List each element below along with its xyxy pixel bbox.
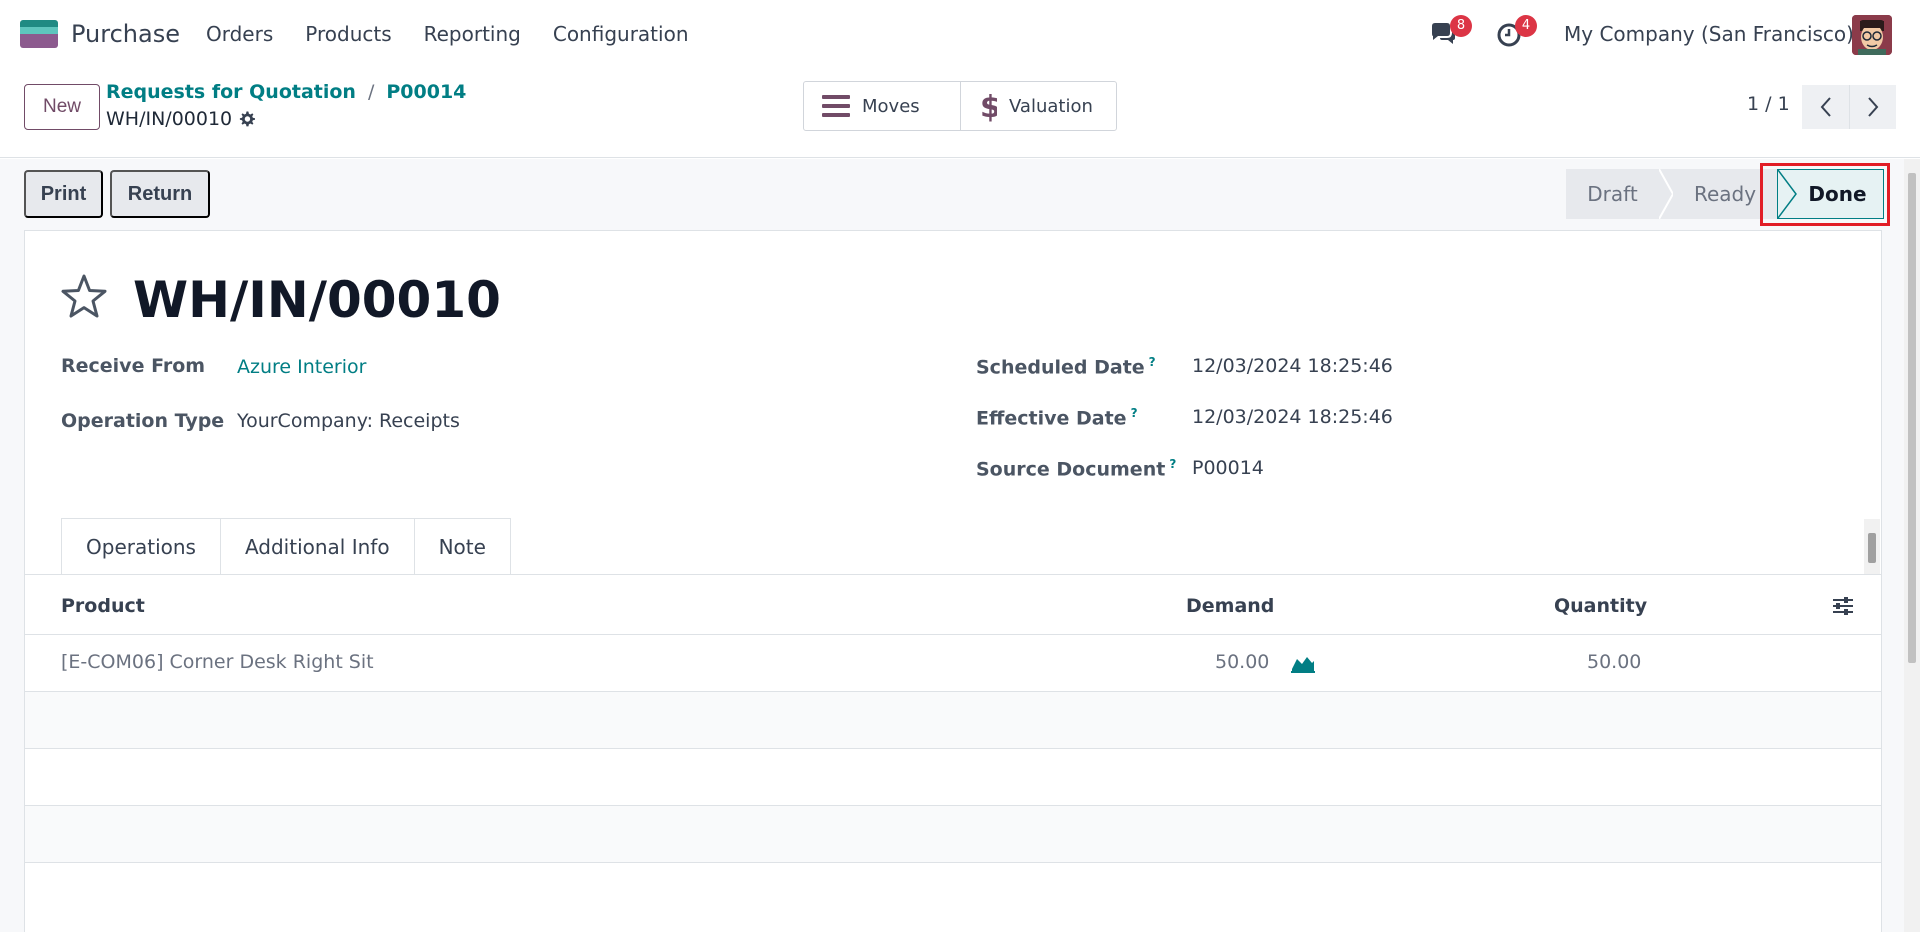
tab-operations[interactable]: Operations bbox=[61, 518, 221, 575]
tab-note[interactable]: Note bbox=[414, 518, 511, 575]
receive-from-field[interactable]: Azure Interior bbox=[237, 356, 366, 378]
empty-row bbox=[25, 692, 1881, 749]
pager-next-button[interactable] bbox=[1849, 85, 1896, 129]
column-product[interactable]: Product bbox=[61, 595, 145, 617]
operation-type-label: Operation Type bbox=[61, 410, 225, 432]
column-demand[interactable]: Demand bbox=[1186, 595, 1274, 617]
breadcrumb: Requests for Quotation / P00014 bbox=[106, 81, 466, 103]
empty-row bbox=[25, 806, 1881, 863]
row-demand: 50.00 bbox=[1215, 651, 1270, 673]
tab-additional-info[interactable]: Additional Info bbox=[220, 518, 415, 575]
empty-row bbox=[25, 749, 1881, 806]
row-quantity[interactable]: 50.00 bbox=[1587, 651, 1641, 673]
column-quantity[interactable]: Quantity bbox=[1554, 595, 1647, 617]
help-icon[interactable]: ? bbox=[1131, 406, 1138, 420]
operation-type-field[interactable]: YourCompany: Receipts bbox=[237, 410, 460, 432]
tab-scrollbar[interactable] bbox=[1864, 519, 1880, 574]
tab-divider bbox=[25, 574, 1881, 575]
company-switcher[interactable]: My Company (San Francisco) bbox=[1564, 22, 1854, 46]
app-name[interactable]: Purchase bbox=[71, 20, 180, 48]
effective-date-field: 12/03/2024 18:25:46 bbox=[1192, 406, 1393, 428]
stage-draft-label: Draft bbox=[1587, 182, 1638, 206]
breadcrumb-separator: / bbox=[367, 81, 375, 103]
purchase-app-icon[interactable] bbox=[20, 20, 58, 48]
pager-previous-button[interactable] bbox=[1802, 85, 1849, 129]
effective-date-label: Effective Date? bbox=[976, 406, 1138, 430]
menu-configuration[interactable]: Configuration bbox=[553, 22, 689, 46]
gear-icon[interactable] bbox=[238, 110, 256, 128]
moves-label: Moves bbox=[862, 95, 920, 117]
menu-reporting[interactable]: Reporting bbox=[424, 22, 521, 46]
star-icon[interactable] bbox=[60, 273, 108, 319]
breadcrumb-rfq[interactable]: Requests for Quotation bbox=[106, 81, 356, 103]
stage-draft[interactable]: Draft bbox=[1566, 169, 1659, 219]
page-scrollbar[interactable] bbox=[1904, 159, 1920, 932]
svg-text:$: $ bbox=[980, 90, 997, 123]
user-avatar[interactable] bbox=[1852, 15, 1892, 55]
chevron-left-icon bbox=[1820, 97, 1831, 117]
stage-ready-label: Ready bbox=[1693, 182, 1757, 206]
scheduled-date-label: Scheduled Date? bbox=[976, 355, 1156, 379]
print-button[interactable]: Print bbox=[24, 170, 103, 218]
help-icon[interactable]: ? bbox=[1149, 355, 1156, 369]
menu-products[interactable]: Products bbox=[305, 22, 391, 46]
record-name-text: WH/IN/00010 bbox=[106, 108, 233, 130]
record-name: WH/IN/00010 bbox=[106, 108, 256, 130]
chat-badge: 8 bbox=[1450, 15, 1472, 37]
source-document-field[interactable]: P00014 bbox=[1192, 457, 1264, 479]
notebook-tabs: Operations Additional Info Note bbox=[61, 518, 511, 575]
record-title: WH/IN/00010 bbox=[133, 271, 501, 329]
menu-orders[interactable]: Orders bbox=[206, 22, 273, 46]
list-icon bbox=[822, 95, 850, 117]
receive-from-label: Receive From bbox=[61, 355, 206, 377]
new-button[interactable]: New bbox=[24, 84, 100, 130]
stage-separator bbox=[1659, 169, 1673, 219]
header-divider bbox=[25, 634, 1881, 635]
top-navbar: Purchase Orders Products Reporting Confi… bbox=[0, 0, 1920, 68]
pager-buttons bbox=[1802, 85, 1896, 129]
forecast-chart-icon[interactable] bbox=[1291, 653, 1315, 673]
control-panel: New Requests for Quotation / P00014 WH/IN/… bbox=[0, 68, 1920, 158]
scheduled-date-field[interactable]: 12/03/2024 18:25:46 bbox=[1192, 355, 1393, 377]
dollar-icon: $ bbox=[980, 90, 997, 123]
help-icon[interactable]: ? bbox=[1169, 457, 1176, 471]
chevron-right-icon bbox=[1868, 97, 1879, 117]
row-divider bbox=[25, 862, 1881, 863]
moves-smart-button[interactable]: Moves bbox=[804, 82, 960, 130]
row-product[interactable]: [E-COM06] Corner Desk Right Sit bbox=[61, 651, 374, 673]
pager-value[interactable]: 1 / 1 bbox=[1747, 93, 1790, 115]
source-document-label: Source Document? bbox=[976, 457, 1177, 481]
form-sheet: WH/IN/00010 Receive From Azure Interior … bbox=[24, 230, 1882, 932]
breadcrumb-po[interactable]: P00014 bbox=[386, 81, 466, 103]
main-menu: Orders Products Reporting Configuration bbox=[206, 22, 721, 46]
optional-columns-icon[interactable] bbox=[1831, 595, 1855, 617]
return-button[interactable]: Return bbox=[110, 170, 210, 218]
highlight-box bbox=[1760, 163, 1890, 226]
valuation-label: Valuation bbox=[1009, 95, 1093, 117]
smart-buttons: Moves $ Valuation bbox=[803, 81, 1117, 131]
valuation-smart-button[interactable]: $ Valuation bbox=[960, 82, 1116, 130]
activity-badge: 4 bbox=[1515, 15, 1537, 37]
